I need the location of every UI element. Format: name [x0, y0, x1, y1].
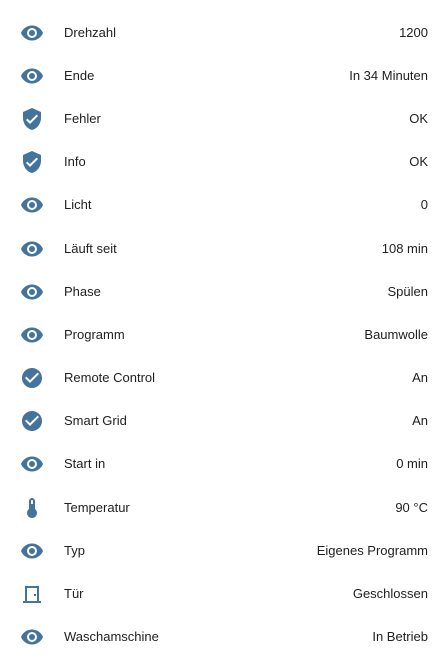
- shield-check-icon: [20, 107, 44, 131]
- entity-label: Läuft seit: [64, 240, 117, 256]
- entity-label: Programm: [64, 326, 125, 342]
- entity-label: Smart Grid: [64, 413, 127, 429]
- entity-row-tuer[interactable]: Tür Geschlossen: [0, 572, 443, 615]
- entity-value: OK: [409, 154, 428, 170]
- eye-icon: [20, 452, 44, 476]
- eye-icon: [20, 323, 44, 347]
- entity-row-remote-control[interactable]: Remote Control An: [0, 357, 443, 400]
- entity-row-licht[interactable]: Licht 0: [0, 184, 443, 227]
- entity-value: In Betrieb: [372, 629, 428, 645]
- entity-row-info[interactable]: Info OK: [0, 141, 443, 184]
- entity-row-typ[interactable]: Typ Eigenes Programm: [0, 529, 443, 572]
- entity-label: Fehler: [64, 110, 101, 126]
- door-closed-icon: [20, 582, 44, 606]
- entity-row-ende[interactable]: Ende In 34 Minuten: [0, 54, 443, 97]
- entity-label: Remote Control: [64, 370, 156, 386]
- eye-icon: [20, 193, 44, 217]
- entity-value: 90 °C: [395, 499, 428, 515]
- eye-icon: [20, 237, 44, 261]
- entity-value: An: [412, 370, 428, 386]
- entity-value: In 34 Minuten: [349, 67, 428, 83]
- entity-row-programm[interactable]: Programm Baumwolle: [0, 313, 443, 356]
- entity-row-phase[interactable]: Phase Spülen: [0, 270, 443, 313]
- entity-label: Phase: [64, 283, 101, 299]
- thermometer-icon: [20, 496, 44, 520]
- entity-label: Waschamschine: [64, 629, 159, 645]
- eye-icon: [20, 539, 44, 563]
- eye-icon: [20, 64, 44, 88]
- entity-value: 0: [420, 197, 428, 213]
- entity-label: Licht: [64, 197, 92, 213]
- entity-label: Typ: [64, 542, 85, 558]
- eye-icon: [20, 625, 44, 649]
- entity-row-smart-grid[interactable]: Smart Grid An: [0, 400, 443, 443]
- entity-row-fehler[interactable]: Fehler OK: [0, 97, 443, 140]
- eye-icon: [20, 280, 44, 304]
- entity-value: OK: [409, 110, 428, 126]
- entity-label: Tür: [64, 586, 84, 602]
- check-circle-icon: [20, 409, 44, 433]
- entity-row-waschamschine[interactable]: Waschamschine In Betrieb: [0, 616, 443, 659]
- entity-label: Ende: [64, 67, 95, 83]
- entity-row-laeuft-seit[interactable]: Läuft seit 108 min: [0, 227, 443, 270]
- entity-value: 1200: [399, 24, 428, 40]
- entity-label: Temperatur: [64, 499, 130, 515]
- entity-value: Spülen: [387, 283, 428, 299]
- entity-value: 0 min: [396, 456, 428, 472]
- entity-row-start-in[interactable]: Start in 0 min: [0, 443, 443, 486]
- entity-label: Drehzahl: [64, 24, 117, 40]
- entity-list: Drehzahl 1200 Ende In 34 Minuten Fehler …: [0, 0, 443, 659]
- entity-row-drehzahl[interactable]: Drehzahl 1200: [0, 11, 443, 54]
- shield-check-icon: [20, 150, 44, 174]
- entity-value: An: [412, 413, 428, 429]
- check-circle-icon: [20, 366, 44, 390]
- entity-value: Eigenes Programm: [316, 542, 428, 558]
- entity-row-temperatur[interactable]: Temperatur 90 °C: [0, 486, 443, 529]
- entity-value: Geschlossen: [352, 586, 428, 602]
- entity-value: Baumwolle: [364, 326, 428, 342]
- entity-label: Info: [64, 154, 86, 170]
- entity-label: Start in: [64, 456, 106, 472]
- entity-value: 108 min: [381, 240, 428, 256]
- eye-icon: [20, 21, 44, 45]
